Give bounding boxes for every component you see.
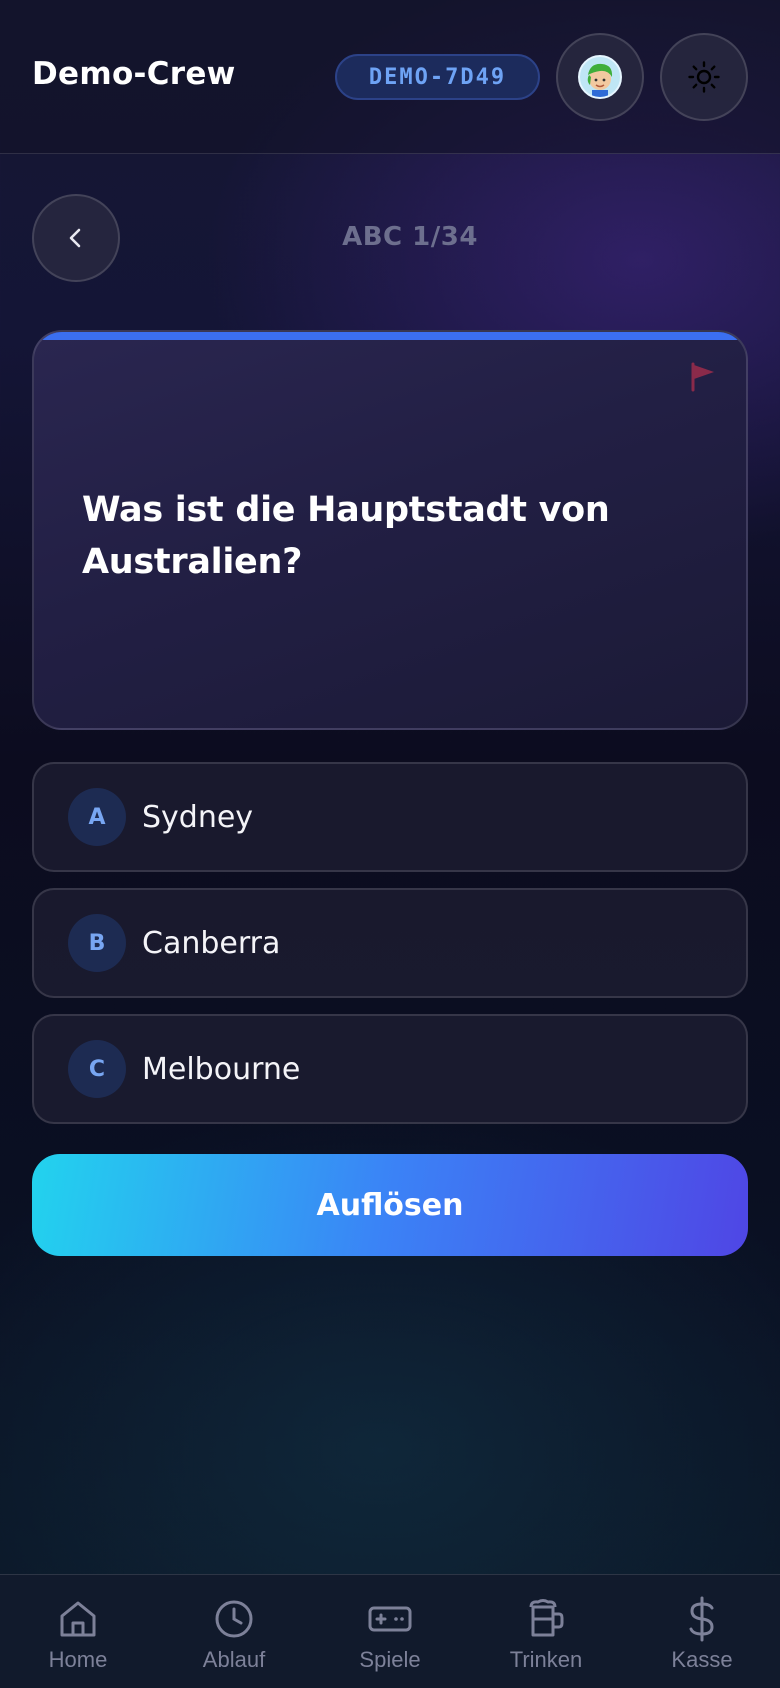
reveal-button[interactable]: Auflösen — [32, 1154, 748, 1256]
beer-icon — [524, 1595, 568, 1643]
question-text: Was ist die Hauptstadt von Australien? — [82, 490, 610, 582]
chevron-left-icon — [69, 228, 81, 248]
nav-label: Home — [48, 1647, 108, 1672]
question-card: Was ist die Hauptstadt von Australien? — [32, 330, 748, 730]
profile-button[interactable] — [556, 33, 644, 121]
answer-option-a[interactable]: A Sydney — [32, 762, 748, 872]
nav-item-trinken[interactable]: Trinken — [468, 1575, 624, 1688]
answer-text: Melbourne — [142, 1051, 301, 1087]
nav-item-ablauf[interactable]: Ablauf — [156, 1575, 312, 1688]
nav-label: Ablauf — [202, 1647, 266, 1672]
nav-label: Kasse — [671, 1647, 733, 1672]
crew-title: Demo-Crew — [32, 56, 236, 92]
sun-icon — [688, 61, 720, 93]
nav-item-kasse[interactable]: Kasse — [624, 1575, 780, 1688]
room-code-badge[interactable]: DEMO-7D49 — [335, 54, 540, 100]
app-header: Demo-Crew DEMO-7D49 — [0, 0, 780, 154]
answer-letter: A — [68, 788, 126, 846]
home-icon — [56, 1595, 100, 1643]
nav-label: Trinken — [509, 1647, 583, 1672]
answer-letter: B — [68, 914, 126, 972]
nav-label: Spiele — [359, 1647, 421, 1672]
avatar-icon — [578, 55, 622, 99]
card-accent-bar — [34, 332, 746, 340]
gamepad-icon — [367, 1595, 413, 1643]
dollar-icon — [680, 1595, 724, 1643]
answer-option-c[interactable]: C Melbourne — [32, 1014, 748, 1124]
bottom-navigation: Home Ablauf Spiele Trinken Kasse — [0, 1574, 780, 1688]
report-flag-icon[interactable] — [690, 362, 716, 396]
clock-icon — [212, 1595, 256, 1643]
theme-toggle-button[interactable] — [660, 33, 748, 121]
nav-item-spiele[interactable]: Spiele — [312, 1575, 468, 1688]
back-button[interactable] — [32, 194, 120, 282]
answer-option-b[interactable]: B Canberra — [32, 888, 748, 998]
answer-text: Canberra — [142, 925, 281, 961]
answer-text: Sydney — [142, 799, 254, 835]
nav-item-home[interactable]: Home — [0, 1575, 156, 1688]
question-progress: ABC 1/34 — [342, 222, 478, 252]
answer-letter: C — [68, 1040, 126, 1098]
